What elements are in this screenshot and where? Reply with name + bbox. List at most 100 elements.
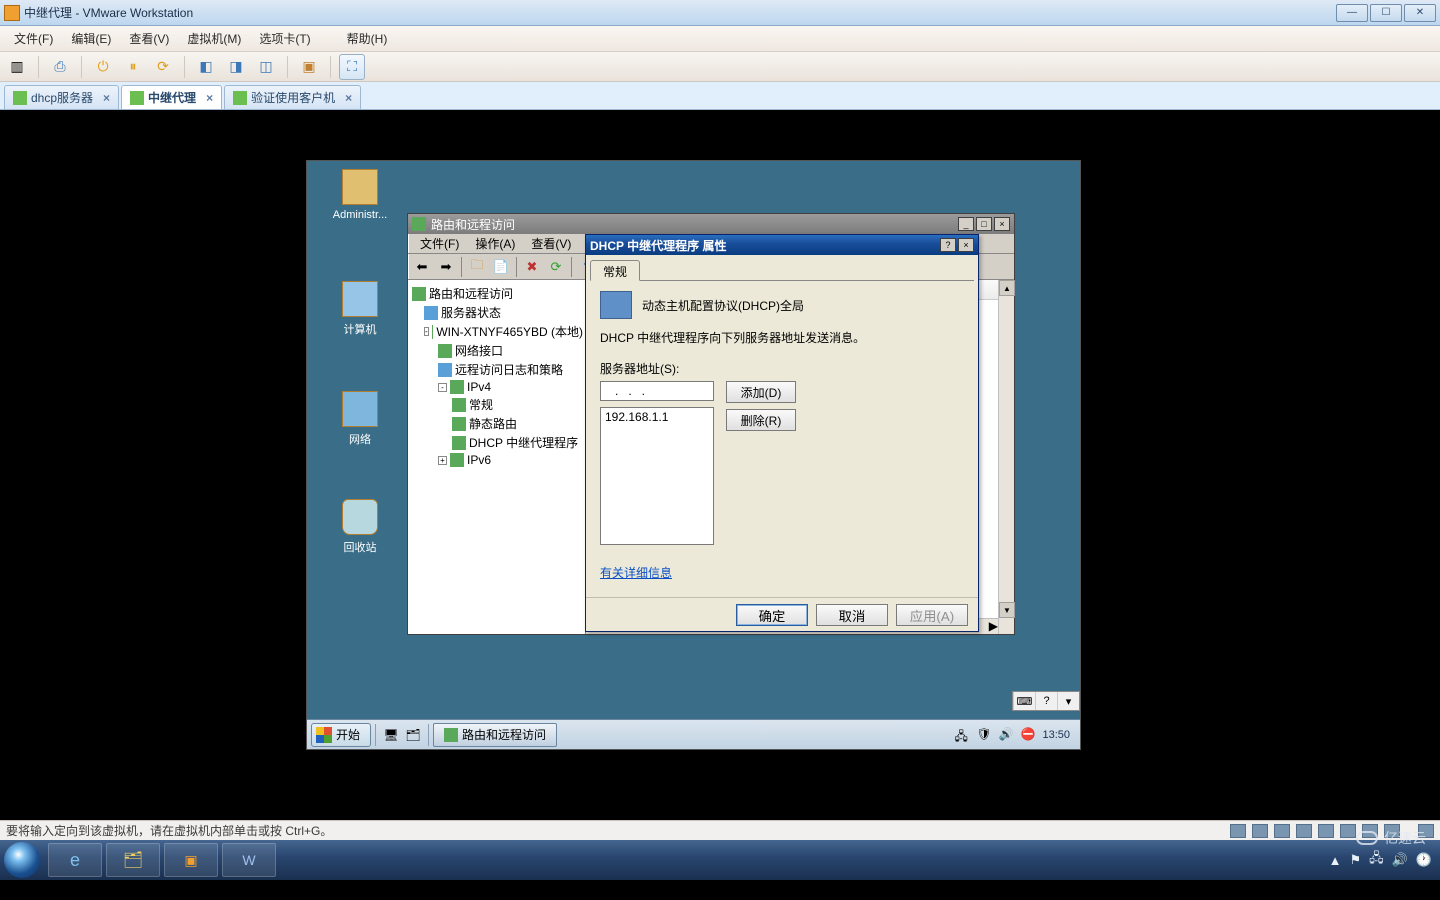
- host-task-vmware[interactable]: ▣: [164, 843, 218, 877]
- library-toggle-icon[interactable]: ▥: [4, 54, 30, 80]
- device-net-icon[interactable]: [1296, 824, 1312, 838]
- tree-node-dhcp-relay[interactable]: DHCP 中继代理程序: [410, 433, 583, 452]
- tab-client[interactable]: 验证使用客户机 ×: [224, 85, 361, 109]
- tab-close-icon[interactable]: ×: [103, 91, 110, 105]
- device-cd-icon[interactable]: [1252, 824, 1268, 838]
- device-floppy-icon[interactable]: [1274, 824, 1290, 838]
- add-button[interactable]: 添加(D): [726, 381, 796, 403]
- host-minimize-button[interactable]: —: [1336, 4, 1368, 22]
- menu-help[interactable]: 帮助(H): [339, 27, 396, 50]
- host-tray-volume-icon[interactable]: 🔊: [1392, 852, 1408, 868]
- device-net2-icon[interactable]: [1318, 824, 1334, 838]
- toolbar-forward-icon[interactable]: ➡: [435, 256, 457, 278]
- desktop-icon-recycle-bin[interactable]: 回收站: [325, 499, 395, 555]
- rras-menu-action[interactable]: 操作(A): [467, 233, 523, 254]
- host-tray-clock-icon[interactable]: 🕐: [1416, 852, 1432, 868]
- tree-node-logging[interactable]: 远程访问日志和策略: [410, 360, 583, 379]
- dialog-close-button[interactable]: ×: [958, 238, 974, 252]
- host-task-explorer[interactable]: 🗂: [106, 843, 160, 877]
- guest-language-bar[interactable]: ⌨ ? ▾: [1012, 691, 1080, 711]
- desktop-icon-computer[interactable]: 计算机: [325, 281, 395, 337]
- guest-start-button[interactable]: 开始: [311, 723, 371, 747]
- rras-window-titlebar[interactable]: 路由和远程访问 _ □ ×: [408, 214, 1014, 234]
- guest-clock[interactable]: 13:50: [1042, 729, 1070, 741]
- rras-tree-pane[interactable]: 路由和远程访问 服务器状态 -WIN-XTNYF465YBD (本地) 网络接口…: [408, 280, 586, 634]
- toolbar-delete-icon[interactable]: ✖: [521, 256, 543, 278]
- tree-node-server[interactable]: -WIN-XTNYF465YBD (本地): [410, 322, 583, 341]
- vertical-scrollbar[interactable]: ▲ ▼: [998, 280, 1014, 634]
- list-item[interactable]: 192.168.1.1: [605, 410, 709, 424]
- tree-node-general[interactable]: 常规: [410, 395, 583, 414]
- desktop-icon-administrator[interactable]: Administr...: [325, 169, 395, 221]
- tab-relay-agent[interactable]: 中继代理 ×: [121, 85, 222, 109]
- device-usb-icon[interactable]: [1340, 824, 1356, 838]
- rras-maximize-button[interactable]: □: [976, 217, 992, 231]
- menu-tabs[interactable]: 选项卡(T): [251, 27, 318, 50]
- rras-close-button[interactable]: ×: [994, 217, 1010, 231]
- desktop-icon-network[interactable]: 网络: [325, 391, 395, 447]
- host-tray-up-icon[interactable]: ▲: [1329, 853, 1342, 868]
- quicklaunch-explorer-icon[interactable]: 🗂: [402, 724, 424, 746]
- cancel-button[interactable]: 取消: [816, 604, 888, 626]
- tray-volume-icon[interactable]: 🔊: [998, 727, 1014, 743]
- rras-menu-file[interactable]: 文件(F): [412, 233, 467, 254]
- rras-menu-view[interactable]: 查看(V): [523, 233, 579, 254]
- tree-node-root[interactable]: 路由和远程访问: [410, 284, 583, 303]
- host-tray-network-icon[interactable]: 🖧: [1369, 849, 1384, 871]
- toolbar-up-icon[interactable]: 🗀: [466, 256, 488, 278]
- tree-node-ipv4[interactable]: -IPv4: [410, 379, 583, 395]
- tab-close-icon[interactable]: ×: [345, 91, 352, 105]
- tray-alert-icon[interactable]: ⛔: [1020, 727, 1036, 743]
- menu-edit[interactable]: 编辑(E): [63, 27, 119, 50]
- dialog-tab-general[interactable]: 常规: [590, 260, 640, 281]
- tray-shield-icon[interactable]: 🛡: [976, 727, 992, 743]
- server-address-listbox[interactable]: 192.168.1.1: [600, 407, 714, 545]
- tab-dhcp-server[interactable]: dhcp服务器 ×: [4, 85, 119, 109]
- dialog-help-button[interactable]: ?: [940, 238, 956, 252]
- remove-button[interactable]: 删除(R): [726, 409, 796, 431]
- tree-collapse-icon[interactable]: -: [438, 383, 447, 392]
- unity-icon[interactable]: ▣: [296, 54, 322, 80]
- tree-node-ipv6[interactable]: +IPv6: [410, 452, 583, 468]
- dialog-titlebar[interactable]: DHCP 中继代理程序 属性 ? ×: [586, 235, 978, 255]
- menu-file[interactable]: 文件(F): [6, 27, 61, 50]
- scroll-up-icon[interactable]: ▲: [999, 280, 1015, 296]
- vm-display-area[interactable]: Administr... 计算机 网络 回收站 路由和远程访问 _ □ ×: [0, 110, 1440, 820]
- quicklaunch-desktop-icon[interactable]: 🖥: [380, 724, 402, 746]
- guest-desktop[interactable]: Administr... 计算机 网络 回收站 路由和远程访问 _ □ ×: [306, 160, 1081, 750]
- menu-view[interactable]: 查看(V): [121, 27, 177, 50]
- toolbar-properties-icon[interactable]: 📄: [490, 256, 512, 278]
- host-maximize-button[interactable]: ☐: [1370, 4, 1402, 22]
- suspend-icon[interactable]: ⏸: [120, 54, 146, 80]
- dhcp-relay-properties-dialog[interactable]: DHCP 中继代理程序 属性 ? × 常规 动态主机配置协议(DHCP)全局 D…: [585, 234, 979, 632]
- host-start-button[interactable]: [4, 842, 40, 878]
- apply-button[interactable]: 应用(A): [896, 604, 968, 626]
- help-icon[interactable]: ?: [1035, 692, 1057, 710]
- scroll-down-icon[interactable]: ▼: [999, 602, 1015, 618]
- power-on-icon[interactable]: ⏻: [90, 54, 116, 80]
- snapshot-icon[interactable]: ◧: [193, 54, 219, 80]
- tree-collapse-icon[interactable]: -: [424, 327, 429, 336]
- fullscreen-icon[interactable]: ⛶: [339, 54, 365, 80]
- toolbar-refresh-icon[interactable]: ⟳: [545, 256, 567, 278]
- tree-node-server-status[interactable]: 服务器状态: [410, 303, 583, 322]
- tree-node-static-routes[interactable]: 静态路由: [410, 414, 583, 433]
- taskbar-item-rras[interactable]: 路由和远程访问: [433, 723, 557, 747]
- toolbar-back-icon[interactable]: ⬅: [411, 256, 433, 278]
- keyboard-icon[interactable]: ⌨: [1013, 692, 1035, 710]
- menu-vm[interactable]: 虚拟机(M): [179, 27, 249, 50]
- host-close-button[interactable]: ✕: [1404, 4, 1436, 22]
- tab-close-icon[interactable]: ×: [206, 91, 213, 105]
- device-hdd-icon[interactable]: [1230, 824, 1246, 838]
- server-address-input[interactable]: [600, 381, 714, 401]
- tray-network-icon[interactable]: 🖧: [954, 727, 970, 743]
- ok-button[interactable]: 确定: [736, 604, 808, 626]
- reset-icon[interactable]: ⟳: [150, 54, 176, 80]
- host-tray-action-icon[interactable]: ⚑: [1349, 852, 1361, 868]
- rras-minimize-button[interactable]: _: [958, 217, 974, 231]
- tree-expand-icon[interactable]: +: [438, 456, 447, 465]
- snapshot-mgr-icon[interactable]: ◨: [223, 54, 249, 80]
- options-icon[interactable]: ▾: [1057, 692, 1079, 710]
- usb-icon[interactable]: ⎙: [47, 54, 73, 80]
- revert-icon[interactable]: ◫: [253, 54, 279, 80]
